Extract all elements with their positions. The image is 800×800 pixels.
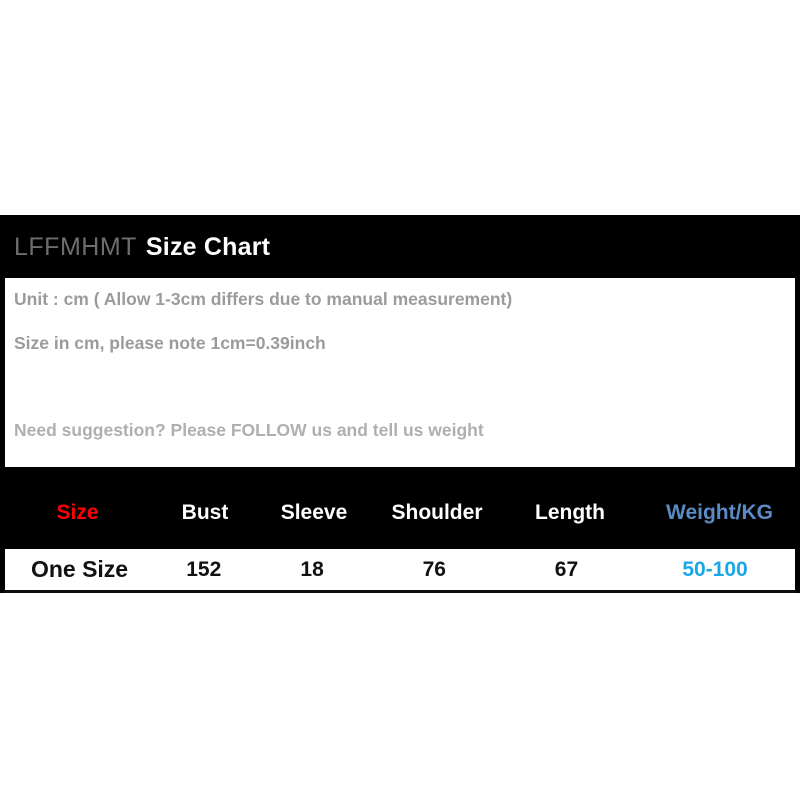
column-header-length: Length bbox=[501, 501, 639, 525]
size-chart-panel: LFFMHMT Size Chart Unit : cm ( Allow 1-3… bbox=[0, 215, 800, 593]
size-table-header-row: Size Bust Sleeve Shoulder Length Weight/… bbox=[0, 478, 800, 548]
column-header-bust: Bust bbox=[155, 501, 255, 525]
brand-name: LFFMHMT bbox=[14, 233, 137, 262]
cell-size: One Size bbox=[5, 556, 154, 583]
cell-length: 67 bbox=[498, 558, 635, 582]
measurement-notes-block: Unit : cm ( Allow 1-3cm differs due to m… bbox=[5, 278, 795, 467]
note-conversion: Size in cm, please note 1cm=0.39inch bbox=[14, 335, 795, 353]
cell-bust: 152 bbox=[154, 558, 253, 582]
column-header-weight: Weight/KG bbox=[639, 501, 800, 525]
column-header-size: Size bbox=[0, 501, 155, 525]
cell-shoulder: 76 bbox=[371, 558, 498, 582]
note-unit: Unit : cm ( Allow 1-3cm differs due to m… bbox=[14, 291, 795, 309]
chart-title-row: LFFMHMT Size Chart bbox=[14, 233, 270, 262]
column-header-shoulder: Shoulder bbox=[373, 501, 501, 525]
table-row: One Size 152 18 76 67 50-100 bbox=[5, 549, 795, 593]
note-suggestion: Need suggestion? Please FOLLOW us and te… bbox=[14, 422, 795, 440]
page-title: Size Chart bbox=[146, 233, 270, 262]
column-header-sleeve: Sleeve bbox=[255, 501, 373, 525]
notes-spacer bbox=[14, 378, 795, 422]
cell-sleeve: 18 bbox=[253, 558, 370, 582]
cell-weight: 50-100 bbox=[635, 558, 795, 582]
size-chart-image: LFFMHMT Size Chart Unit : cm ( Allow 1-3… bbox=[0, 0, 800, 800]
